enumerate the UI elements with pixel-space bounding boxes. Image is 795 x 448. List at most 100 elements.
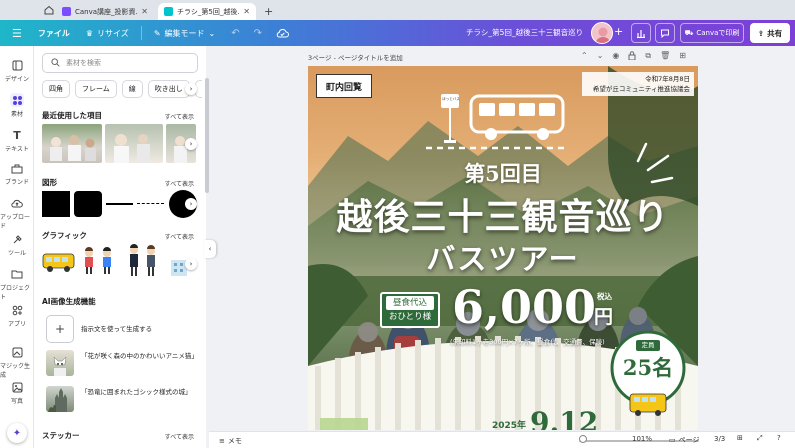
share-icon: ⇪ (757, 28, 765, 38)
rail-item-apps[interactable]: アプリ (0, 303, 34, 328)
home-icon[interactable] (42, 3, 56, 17)
rail-item-design[interactable]: デザイン (0, 58, 34, 83)
chip-speech-bubble[interactable]: 吹き出し (147, 80, 190, 98)
delete-page-icon[interactable]: 🗑 (660, 51, 670, 62)
rail-item-projects[interactable]: プロジェクト (0, 267, 34, 301)
pages-button[interactable]: ▭ ページ (669, 435, 700, 445)
rail-item-upload[interactable]: アップロード (0, 196, 34, 230)
chip-line[interactable]: 線 (121, 80, 143, 98)
see-all-link[interactable]: すべて表示 (165, 112, 194, 121)
shapes-title: 図形 (42, 178, 57, 187)
recent-photo[interactable] (42, 124, 102, 163)
search-input[interactable]: 素材を検索 (42, 53, 198, 73)
rail-item-tools[interactable]: ツール (0, 232, 34, 257)
chip-square[interactable]: 四角 (42, 80, 70, 98)
chevron-right-icon[interactable]: › (185, 83, 197, 95)
menu-icon[interactable]: ☰ (12, 27, 22, 40)
photo-icon (10, 380, 24, 394)
price-tag-line-1: 昼食代込 (386, 296, 434, 310)
collapse-panel-button[interactable]: ‹ (204, 240, 216, 258)
shape-square[interactable] (42, 191, 70, 217)
design-title[interactable]: チラシ_第5回_越後三十三観音巡り (466, 27, 583, 38)
fullscreen-icon[interactable]: ⤢ (757, 434, 763, 443)
brand-icon (10, 161, 24, 175)
rail-item-label: 素材 (10, 111, 23, 118)
page-count[interactable]: 3/3 (714, 435, 725, 443)
rail-item-text[interactable]: T テキスト (0, 128, 34, 154)
share-button[interactable]: ⇪ 共有 (750, 23, 790, 43)
cloud-save-icon[interactable] (276, 28, 289, 38)
price-tax-note: 税込 (597, 292, 612, 301)
edit-mode-button[interactable]: ✎ 編集モード ⌄ (154, 28, 215, 39)
see-all-link[interactable]: すべて表示 (165, 232, 194, 241)
visibility-icon[interactable]: ◉ (612, 51, 619, 62)
chevron-down-icon: ⌄ (208, 28, 216, 38)
notes-button[interactable]: ≡ メモ (219, 436, 242, 446)
graphic-people[interactable] (124, 244, 162, 281)
browser-tab[interactable]: Canva講座_投影資… ✕ (56, 3, 154, 20)
graphic-school-bus[interactable] (42, 250, 76, 277)
close-tab-icon[interactable]: ✕ (141, 7, 148, 16)
browser-tab-active[interactable]: チラシ_第5回_越後… ✕ (158, 3, 256, 20)
help-icon[interactable]: ? (777, 434, 781, 442)
chevron-down-icon[interactable]: ⌄ (597, 51, 604, 62)
capacity-label: 定員 (636, 340, 660, 351)
ai-example-thumbnail[interactable] (46, 350, 74, 376)
rail-item-label: アップロード (0, 214, 31, 230)
resize-icon: ♛ (85, 28, 94, 38)
zoom-slider-knob[interactable] (579, 435, 587, 443)
ai-example-prompt[interactable]: 「花が咲く森の中のかわいいアニメ猫」 (81, 352, 199, 361)
duplicate-page-icon[interactable]: ⧉ (645, 51, 651, 62)
avatar[interactable] (591, 22, 613, 44)
chip-frame[interactable]: フレーム (75, 80, 117, 98)
graphics-title: グラフィック (42, 231, 87, 240)
rail-item-photos[interactable]: 写真 (0, 380, 34, 405)
tools-icon (10, 232, 24, 246)
layout-icon (10, 58, 24, 72)
rail-item-elements[interactable]: 素材 (0, 93, 34, 118)
print-button[interactable]: ⛟ Canvaで印刷 (680, 23, 744, 43)
file-menu[interactable]: ファイル (38, 28, 70, 39)
add-page-icon[interactable]: ⊞ (679, 51, 686, 62)
share-label: 共有 (767, 28, 783, 38)
undo-icon[interactable]: ↶ (231, 28, 239, 39)
comment-icon[interactable] (655, 23, 675, 43)
design-canvas-poster[interactable]: 町内回覧 令和7年8月8日 希望が丘コミュニティ推進協議会 ほっとバス 第5回目… (308, 66, 698, 430)
panel-scrollbar[interactable] (205, 78, 209, 193)
graphic-children[interactable] (80, 246, 120, 279)
see-all-link[interactable]: すべて表示 (165, 179, 194, 188)
left-rail: デザイン 素材 T テキスト ブランド アップロード ツール プロジェクト アプ… (0, 46, 34, 448)
analytics-icon[interactable] (631, 23, 651, 43)
shape-line[interactable] (106, 203, 133, 205)
page-tools: ⌃ ⌄ ◉ ⧉ 🗑 ⊞ (581, 51, 686, 62)
lock-icon[interactable] (628, 51, 636, 62)
pages-icon: ▭ (669, 436, 676, 444)
close-tab-icon[interactable]: ✕ (243, 7, 250, 16)
ai-example-prompt[interactable]: 「恐竜に囲まれたゴシック様式の城」 (81, 388, 199, 397)
price-tag: 昼食代込 おひとり様 (380, 292, 440, 328)
ai-example-thumbnail[interactable] (46, 386, 74, 412)
sub-title: バスツアー (426, 242, 580, 276)
zoom-level[interactable]: 101% (632, 435, 652, 443)
add-collaborator-icon[interactable]: + (614, 25, 623, 38)
grid-view-icon[interactable]: ⊞ (737, 434, 743, 442)
ai-generate-button[interactable]: + (46, 315, 74, 343)
rail-item-brand[interactable]: ブランド (0, 161, 34, 186)
resize-button[interactable]: ♛ リサイズ (86, 28, 129, 39)
rail-item-magic-media[interactable]: マジック生成 (0, 345, 34, 379)
magic-assistant-button[interactable]: ✦ (7, 423, 27, 443)
see-all-link[interactable]: すべて表示 (165, 432, 194, 441)
tab-title: Canva講座_投影資… (75, 7, 139, 16)
chevron-right-icon[interactable]: › (185, 258, 197, 270)
shape-dashed-line[interactable] (137, 203, 164, 204)
chevron-up-icon[interactable]: ⌃ (581, 51, 588, 62)
recent-title: 最近使用した項目 (42, 111, 102, 120)
recent-photo[interactable] (105, 124, 163, 163)
page-header[interactable]: 3ページ - ページタイトルを追加 (308, 52, 403, 62)
redo-icon[interactable]: ↷ (254, 28, 262, 39)
chevron-right-icon[interactable]: › (185, 198, 197, 210)
ai-generate-label[interactable]: 指示文を使って生成する (81, 325, 152, 334)
chevron-right-icon[interactable]: › (185, 138, 197, 150)
shape-rounded-square[interactable] (74, 191, 102, 217)
new-tab-icon[interactable]: + (264, 5, 273, 18)
